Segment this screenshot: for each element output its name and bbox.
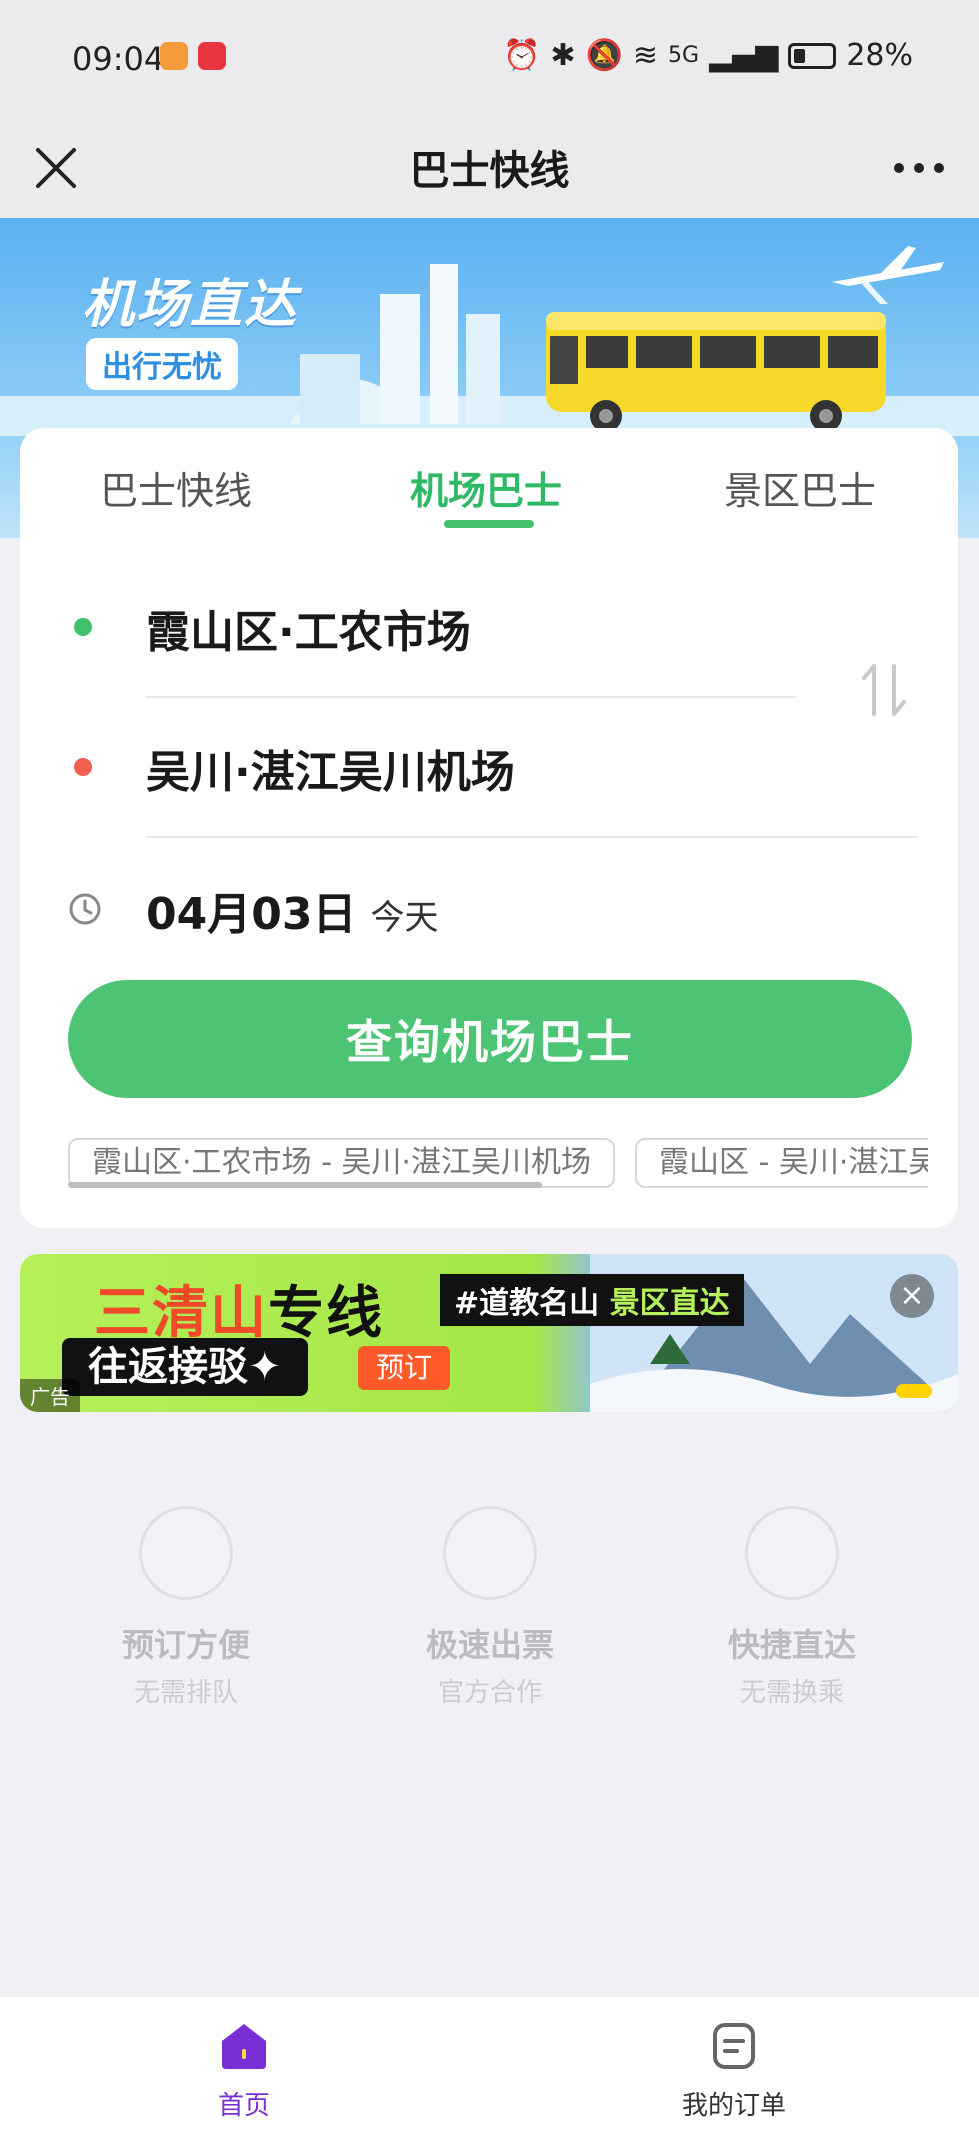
signal-icon: 5G [668,43,700,68]
origin-field[interactable]: 霞山区·工农市场 [146,596,471,660]
bluetooth-icon: ✱ [550,38,576,73]
status-time: 09:04 [72,40,165,78]
origin-divider [146,696,796,698]
ad-label: 广告 [20,1379,80,1412]
clock-icon [69,893,101,925]
signal-icon-2: ▂▄▆ [709,38,779,73]
history-chip[interactable]: 霞山区 - 吴川·湛江吴川机场 [634,1138,928,1188]
status-icons: ⏰ ✱ 🔕 ≋ 5G ▂▄▆ 28% [503,38,913,73]
ad-title-main: 三清山 [94,1281,268,1346]
ticket-lightning-icon [443,1506,537,1600]
phone-check-icon [139,1506,233,1600]
ad-tag-prefix: #道教名山 [454,1286,600,1321]
battery-icon [788,42,837,69]
feature-title: 预订方便 [121,1626,250,1664]
tabbar-label: 我的订单 [681,2091,786,2121]
date-field[interactable]: 04月03日 今天 [146,878,438,942]
booking-card: 巴士快线 机场巴士 景区巴士 霞山区·工农市场 吴川·湛江吴川机场 04月03日… [20,428,958,1228]
tabbar-home[interactable]: 首页 [154,2021,334,2122]
destination-field[interactable]: 吴川·湛江吴川机场 [146,736,515,800]
app-notification-icon [160,42,188,70]
bottom-tab-bar: 首页 我的订单 [0,1996,979,2149]
feature-fast-ticket: 极速出票 官方合作 [400,1506,580,1709]
date-relative: 今天 [370,898,439,938]
battery-percent: 28% [846,38,913,73]
alarm-icon: ⏰ [503,38,541,73]
app-notification-icon-2 [198,42,226,70]
home-icon [222,2024,266,2069]
history-chip[interactable]: 霞山区·工农市场 - 吴川·湛江吴川机场 [68,1138,615,1188]
ad-tag: #道教名山 景区直达 [440,1274,744,1326]
feature-easy-booking: 预订方便 无需排队 [96,1506,276,1709]
ad-close-icon[interactable]: × [890,1274,934,1318]
history-scrollbar[interactable] [68,1182,542,1188]
tab-scenic-bus[interactable]: 景区巴士 [724,460,876,515]
swap-route-icon[interactable] [856,660,912,720]
feature-title: 快捷直达 [727,1626,856,1664]
bus-type-tabs: 巴士快线 机场巴士 景区巴士 [20,428,958,538]
bus-clock-icon [745,1506,839,1600]
banner-title: 机场直达 [82,275,299,335]
ad-title-suffix: 专线 [268,1281,384,1346]
more-icon[interactable] [887,140,951,196]
ad-title: 三清山专线 [94,1268,384,1349]
feature-title: 极速出票 [425,1626,554,1664]
ad-tag-highlight: 景区直达 [609,1286,730,1321]
ad-carousel-indicator [896,1384,932,1398]
orders-icon [713,2023,755,2069]
airport-buildings-illustration [290,264,500,424]
mute-icon: 🔕 [585,38,623,73]
tabbar-orders[interactable]: 我的订单 [644,2021,824,2122]
tab-airport-bus[interactable]: 机场巴士 [410,460,562,515]
ad-book-button[interactable]: 预订 [358,1346,451,1390]
active-tab-indicator [444,520,534,528]
wifi-icon: ≋ [632,38,659,73]
status-bar: 09:04 ⏰ ✱ 🔕 ≋ 5G ▂▄▆ 28% [0,0,979,118]
plane-illustration [832,246,944,304]
destination-dot [74,758,92,776]
tabbar-label: 首页 [217,2091,270,2121]
nav-bar: 巴士快线 [0,118,979,218]
bus-illustration [546,312,886,432]
feature-subtitle: 无需换乘 [739,1678,844,1708]
date-value: 04月03日 [146,889,357,940]
feature-subtitle: 无需排队 [133,1678,238,1708]
tab-express-bus[interactable]: 巴士快线 [100,460,252,515]
feature-direct: 快捷直达 无需换乘 [702,1506,882,1709]
ad-pill: 往返接驳✦ [62,1338,308,1396]
banner-subtitle: 出行无忧 [86,338,238,390]
ad-banner[interactable]: 三清山专线 #道教名山 景区直达 往返接驳✦ 预订 广告 × [20,1254,958,1412]
search-airport-bus-button[interactable]: 查询机场巴士 [68,980,912,1098]
feature-subtitle: 官方合作 [437,1678,542,1708]
destination-divider [146,836,918,838]
origin-dot [74,618,92,636]
page-title: 巴士快线 [409,148,570,194]
